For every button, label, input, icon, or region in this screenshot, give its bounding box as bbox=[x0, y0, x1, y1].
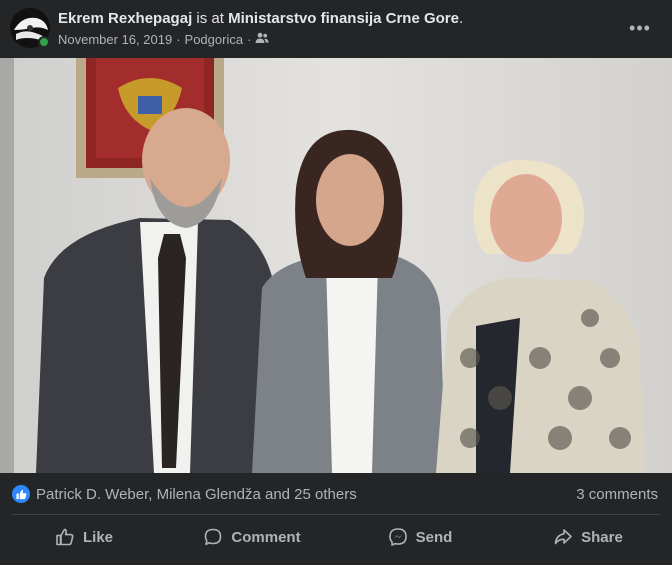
thumbs-up-icon bbox=[56, 528, 74, 546]
send-button[interactable]: Send bbox=[336, 515, 504, 559]
is-at-text: is at bbox=[196, 10, 224, 27]
messenger-icon bbox=[388, 528, 407, 546]
post-date[interactable]: November 16, 2019 bbox=[58, 32, 172, 47]
share-label: Share bbox=[581, 528, 623, 546]
friends-icon[interactable] bbox=[255, 32, 270, 47]
comment-icon bbox=[205, 528, 222, 545]
post-location[interactable]: Podgorica bbox=[185, 32, 244, 47]
reactions-bar: Patrick D. Weber, Milena Glendža and 25 … bbox=[0, 474, 672, 514]
share-button[interactable]: Share bbox=[504, 515, 672, 559]
send-label: Send bbox=[415, 528, 453, 546]
meta-separator: · bbox=[247, 32, 252, 47]
online-status-dot bbox=[38, 36, 50, 48]
reaction-summary[interactable]: Patrick D. Weber, Milena Glendža and 25 … bbox=[36, 486, 357, 503]
more-icon: ••• bbox=[629, 17, 651, 38]
like-label: Like bbox=[82, 528, 113, 546]
share-icon bbox=[554, 529, 572, 545]
author-name[interactable]: Ekrem Rexhepagaj bbox=[58, 10, 192, 27]
more-options-button[interactable]: ••• bbox=[622, 14, 658, 42]
post-photo[interactable] bbox=[0, 58, 672, 473]
like-button[interactable]: Like bbox=[0, 515, 168, 559]
comment-label: Comment bbox=[231, 528, 301, 546]
post-meta-line: November 16, 2019 · Podgorica · bbox=[58, 32, 270, 47]
like-reaction-icon[interactable] bbox=[12, 485, 30, 503]
place-name[interactable]: Ministarstvo finansija Crne Gore bbox=[228, 10, 459, 27]
post-actions: Like Comment Send Share bbox=[0, 515, 672, 559]
post-title-line: Ekrem Rexhepagaj is at Ministarstvo fina… bbox=[58, 10, 463, 27]
post-header: Ekrem Rexhepagaj is at Ministarstvo fina… bbox=[0, 0, 672, 58]
comments-count[interactable]: 3 comments bbox=[576, 486, 658, 503]
comment-button[interactable]: Comment bbox=[168, 515, 336, 559]
photo-image bbox=[0, 58, 672, 473]
place-suffix: . bbox=[458, 10, 464, 27]
meta-separator: · bbox=[176, 32, 181, 47]
